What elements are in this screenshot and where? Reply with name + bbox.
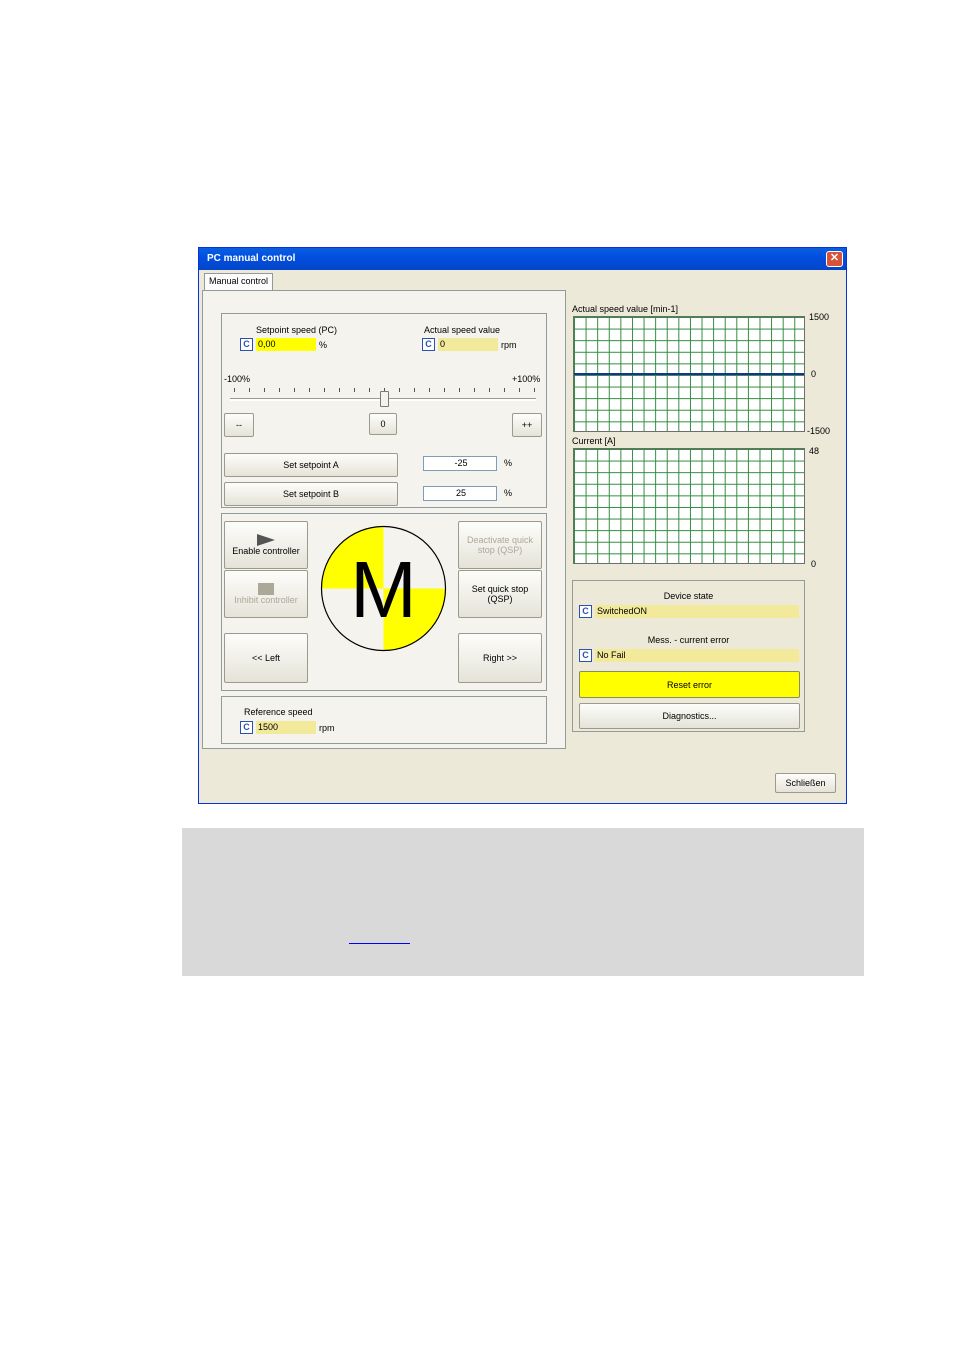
speed-axis-max: 1500 [809,312,830,322]
reference-speed-group: Reference speed C 1500 rpm [221,696,547,744]
motor-indicator: M [320,525,447,652]
slider-tick [234,388,235,392]
speed-axis-mid: 0 [811,369,817,379]
setpoint-b-field[interactable]: 25 [423,486,497,501]
note-box [182,828,864,976]
setpoint-a-field[interactable]: -25 [423,456,497,471]
slider-min-label: -100% [224,374,251,384]
slider-tick [459,388,460,392]
c-marker-setpoint[interactable]: C [240,338,253,351]
increase-button[interactable]: ++ [512,413,542,437]
current-error-label: Mess. - current error [647,635,730,645]
c-marker-error[interactable]: C [579,649,592,662]
close-button[interactable]: Schließen [775,773,836,793]
reference-speed-label: Reference speed [244,707,313,717]
actual-speed-field: 0 [438,338,498,351]
current-axis-min: 0 [811,559,817,569]
c-marker-reference[interactable]: C [240,721,253,734]
current-chart-title: Current [A] [572,436,616,446]
slider-tick [444,388,445,392]
current-chart [573,448,805,564]
slider-tick [534,388,535,392]
left-button[interactable]: << Left [224,633,308,683]
setpoint-a-unit: % [504,458,513,468]
speed-chart [573,316,805,432]
speed-group: Setpoint speed (PC) C 0,00 % Actual spee… [221,313,547,508]
status-group: Device state C SwitchedON Mess. - curren… [572,580,805,732]
slider-tick [504,388,505,392]
enable-controller-label: Enable controller [232,546,300,556]
pc-manual-control-window: PC manual control ✕ Manual control Setpo… [198,247,847,804]
tab-manual-control[interactable]: Manual control [204,273,274,291]
inhibit-controller-label: Inhibit controller [234,595,298,605]
actual-unit: rpm [501,340,517,350]
window-title: PC manual control [207,253,296,264]
slider-tick [249,388,250,392]
speed-chart-title: Actual speed value [min-1] [572,304,679,314]
slider-tick [399,388,400,392]
setpoint-unit: % [319,340,328,350]
set-setpoint-a-button[interactable]: Set setpoint A [224,453,398,477]
reset-error-button[interactable]: Reset error [579,671,800,698]
set-quick-stop-button[interactable]: Set quick stop (QSP) [458,570,542,618]
speed-chart-plot [574,373,804,375]
zero-button[interactable]: 0 [369,413,397,435]
motor-letter: M [350,545,417,634]
play-icon [257,534,275,546]
close-icon[interactable]: ✕ [826,251,843,267]
device-state-field: SwitchedON [595,605,799,618]
slider-tick [294,388,295,392]
setpoint-speed-label: Setpoint speed (PC) [256,325,338,335]
controller-group: Enable controller Inhibit controller << … [221,513,547,691]
setpoint-b-unit: % [504,488,513,498]
slider-tick [309,388,310,392]
setpoint-speed-field[interactable]: 0,00 [256,338,316,351]
slider-tick [414,388,415,392]
right-button[interactable]: Right >> [458,633,542,683]
current-axis-max: 48 [809,446,820,456]
slider-tick [519,388,520,392]
speed-axis-min: -1500 [807,426,831,436]
stop-icon [258,583,274,595]
slider-tick [264,388,265,392]
tab-label: Manual control [209,276,269,286]
c-marker-actual[interactable]: C [422,338,435,351]
current-error-field: No Fail [595,649,799,662]
enable-controller-button[interactable]: Enable controller [224,521,308,569]
title-bar[interactable]: PC manual control ✕ [199,248,846,270]
slider-tick [324,388,325,392]
device-state-label: Device state [663,591,714,601]
decrease-button[interactable]: -- [224,413,254,437]
reference-speed-field: 1500 [256,721,316,734]
slider-tick [339,388,340,392]
slider-tick [354,388,355,392]
slider-tick [474,388,475,392]
set-setpoint-b-button[interactable]: Set setpoint B [224,482,398,506]
slider-max-label: +100% [512,374,541,384]
c-marker-device-state[interactable]: C [579,605,592,618]
slider-tick [369,388,370,392]
diagnostics-button[interactable]: Diagnostics... [579,703,800,729]
note-link-underline[interactable] [349,943,410,944]
slider-tick [279,388,280,392]
reference-unit: rpm [319,723,335,733]
inhibit-controller-button[interactable]: Inhibit controller [224,570,308,618]
slider-tick [429,388,430,392]
slider-thumb[interactable] [379,391,389,407]
actual-speed-label: Actual speed value [424,325,501,335]
slider-tick [489,388,490,392]
deactivate-quick-stop-button[interactable]: Deactivate quick stop (QSP) [458,521,542,569]
